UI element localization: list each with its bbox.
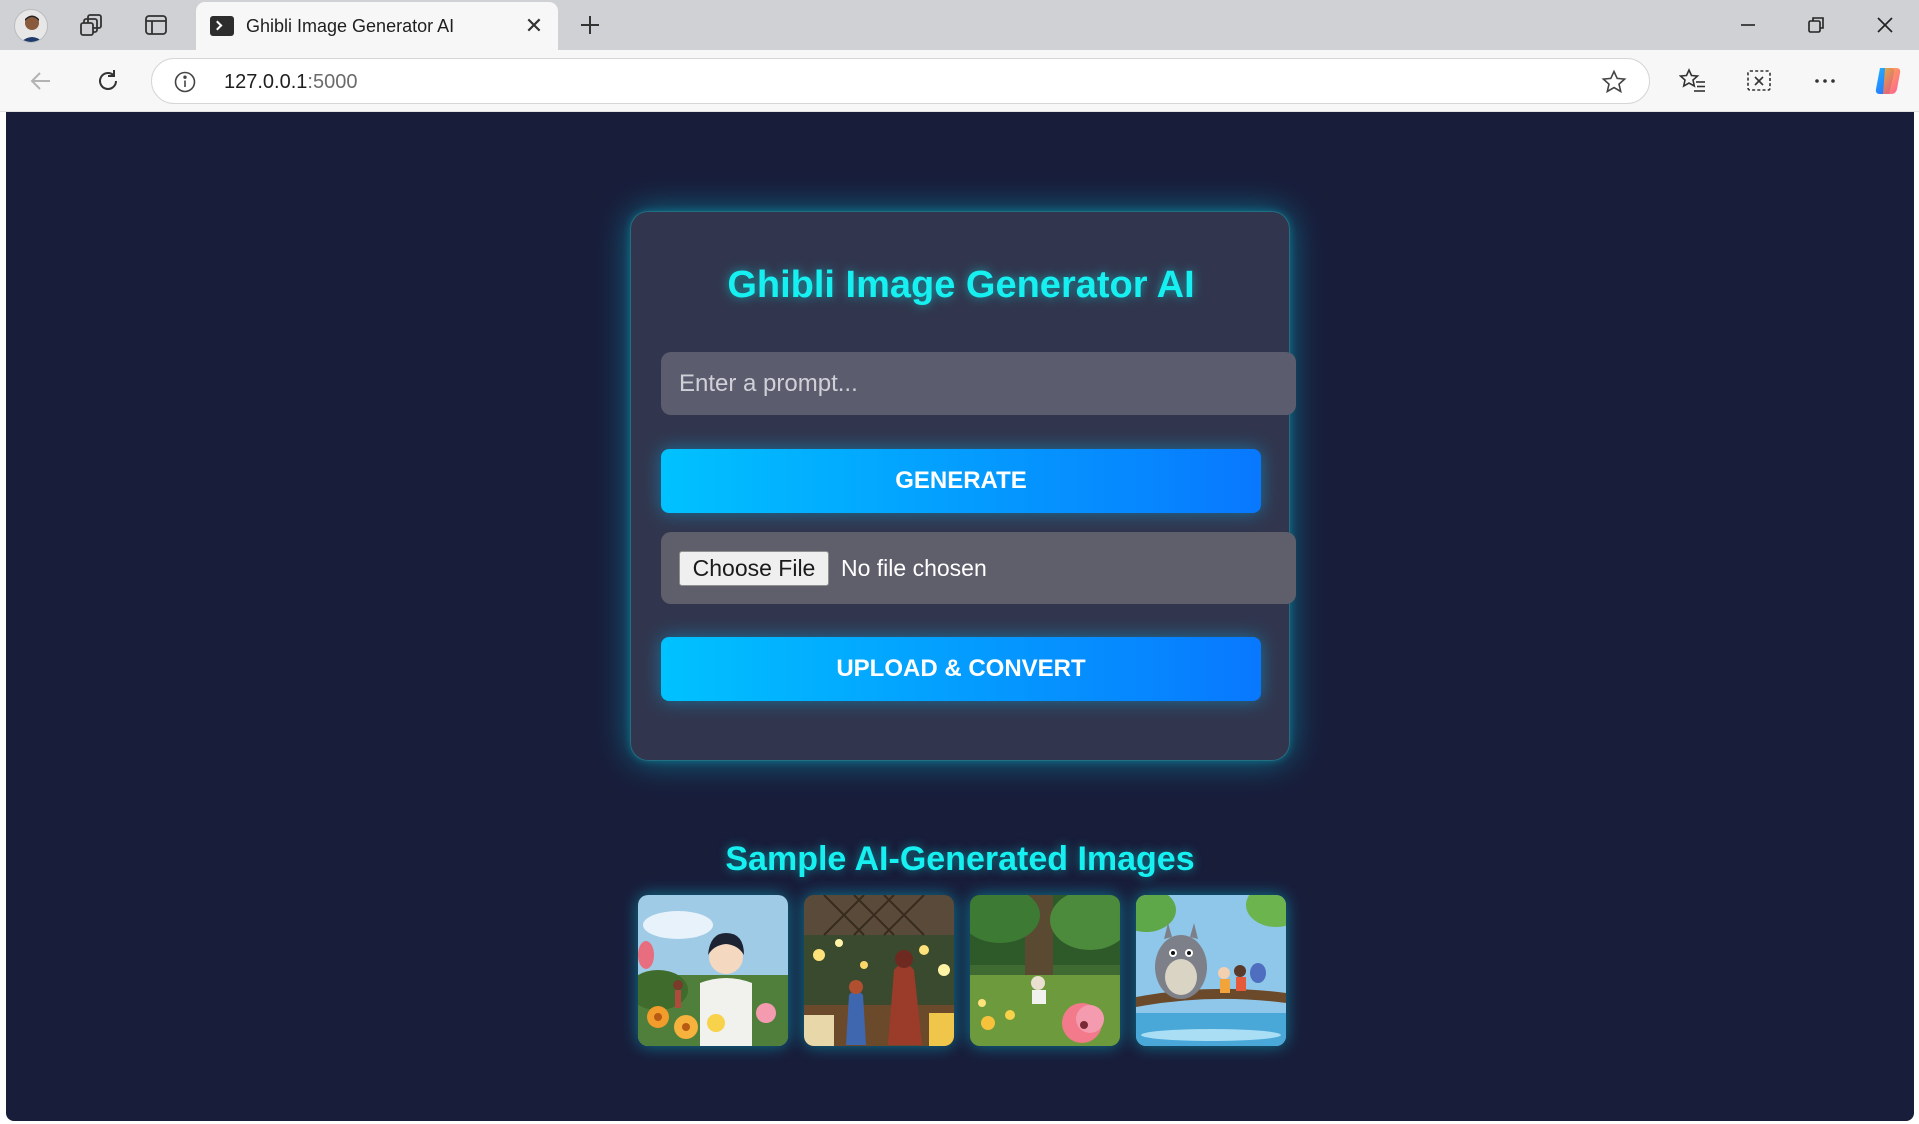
favorite-star-icon[interactable] [1600,68,1628,96]
generator-card: Ghibli Image Generator AI GENERATE Choos… [630,211,1296,761]
sample-image-garden-lanterns-scene [804,895,954,1046]
sample-image-boy-with-flowers [638,895,788,1046]
tab-close-icon[interactable]: ✕ [520,12,548,40]
sample-image-forest-meadow-with-poppies [970,895,1120,1046]
new-tab-icon[interactable] [575,10,605,40]
favorites-list-icon[interactable] [1678,66,1708,96]
url-text: 127.0.0.1:5000 [224,71,358,93]
site-info-icon[interactable] [172,69,198,95]
browser-tab-bar: Ghibli Image Generator AI ✕ [0,0,1919,50]
sample-image-totoro-on-branch [1136,895,1286,1046]
refresh-icon[interactable] [93,66,123,96]
url-omnibox[interactable]: 127.0.0.1:5000 [151,58,1650,104]
terminal-favicon-icon [210,16,234,36]
samples-title: Sample AI-Generated Images [725,840,1195,878]
page-viewport: Ghibli Image Generator AI GENERATE Choos… [6,112,1914,1121]
back-arrow-icon[interactable] [26,66,56,96]
browser-address-bar: 127.0.0.1:5000 [0,50,1919,112]
prompt-input[interactable] [661,352,1296,415]
copilot-icon[interactable] [1870,63,1906,99]
generate-button[interactable]: GENERATE [661,449,1261,513]
vertical-tabs-icon[interactable] [142,11,170,39]
minimize-window-icon[interactable] [1733,10,1763,40]
workspaces-icon[interactable] [78,11,106,39]
more-options-icon[interactable] [1810,66,1840,96]
file-status-text: No file chosen [841,555,987,581]
close-window-icon[interactable] [1870,10,1900,40]
profile-avatar-icon[interactable] [14,9,48,43]
choose-file-button[interactable]: Choose File [679,551,829,586]
upload-convert-button[interactable]: UPLOAD & CONVERT [661,637,1261,701]
active-tab[interactable]: Ghibli Image Generator AI ✕ [196,2,558,50]
screenshot-capture-icon[interactable] [1744,66,1774,96]
tab-title: Ghibli Image Generator AI [246,16,455,36]
app-title: Ghibli Image Generator AI [727,264,1195,306]
restore-window-icon[interactable] [1801,10,1831,40]
file-upload-field: Choose File No file chosen [661,532,1296,604]
